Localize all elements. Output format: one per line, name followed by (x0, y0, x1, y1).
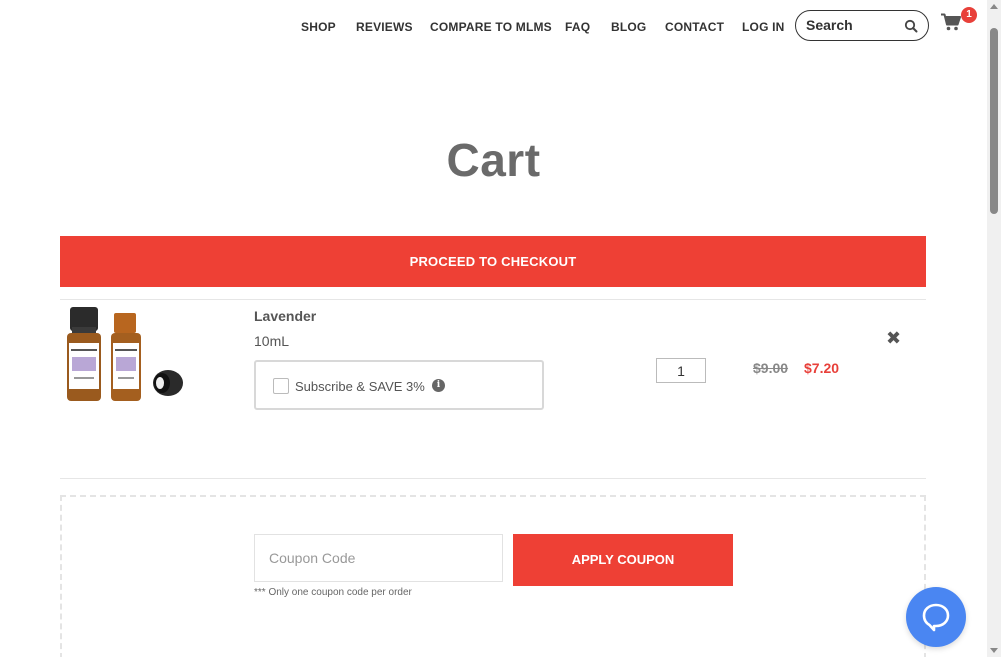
chat-bubble-icon (922, 603, 950, 632)
nav-blog[interactable]: BLOG (611, 20, 646, 34)
product-image[interactable] (64, 305, 188, 405)
coupon-code-input[interactable] (254, 534, 503, 582)
cart-count-badge: 1 (961, 7, 977, 23)
subscribe-label[interactable]: Subscribe & SAVE 3% (295, 379, 425, 394)
product-name[interactable]: Lavender (254, 308, 316, 324)
sale-price: $7.20 (804, 360, 840, 376)
top-nav: SHOP REVIEWS COMPARE TO MLMS FAQ BLOG CO… (0, 0, 987, 52)
chat-button[interactable] (906, 587, 966, 647)
scroll-up-arrow-icon[interactable] (990, 4, 998, 9)
coupon-note: *** Only one coupon code per order (254, 587, 412, 598)
nav-shop[interactable]: SHOP (301, 20, 336, 34)
nav-reviews[interactable]: REVIEWS (356, 20, 413, 34)
divider (60, 478, 926, 479)
subscribe-checkbox[interactable] (273, 378, 289, 394)
page-title: Cart (446, 134, 541, 186)
quantity-input[interactable] (656, 358, 706, 383)
cart-icon[interactable] (941, 13, 961, 31)
nav-contact[interactable]: CONTACT (665, 20, 724, 34)
remove-item-icon[interactable]: ✖ (886, 329, 901, 347)
apply-coupon-button[interactable]: APPLY COUPON (513, 534, 733, 586)
nav-faq[interactable]: FAQ (565, 20, 590, 34)
original-price: $9.00 (753, 360, 789, 376)
scrollbar[interactable] (987, 0, 1001, 657)
search-input[interactable] (806, 16, 902, 34)
nav-log-in[interactable]: LOG IN (742, 20, 785, 34)
proceed-to-checkout-button[interactable]: PROCEED TO CHECKOUT (60, 236, 926, 287)
product-size: 10mL (254, 333, 290, 349)
scroll-down-arrow-icon[interactable] (990, 648, 998, 653)
scroll-thumb[interactable] (990, 28, 998, 214)
subscribe-option: Subscribe & SAVE 3% i (254, 360, 544, 410)
search-box (795, 10, 929, 41)
nav-compare-to-mlms[interactable]: COMPARE TO MLMS (430, 20, 552, 34)
search-icon[interactable] (904, 19, 918, 33)
info-icon[interactable]: i (432, 379, 445, 392)
divider (60, 299, 926, 300)
